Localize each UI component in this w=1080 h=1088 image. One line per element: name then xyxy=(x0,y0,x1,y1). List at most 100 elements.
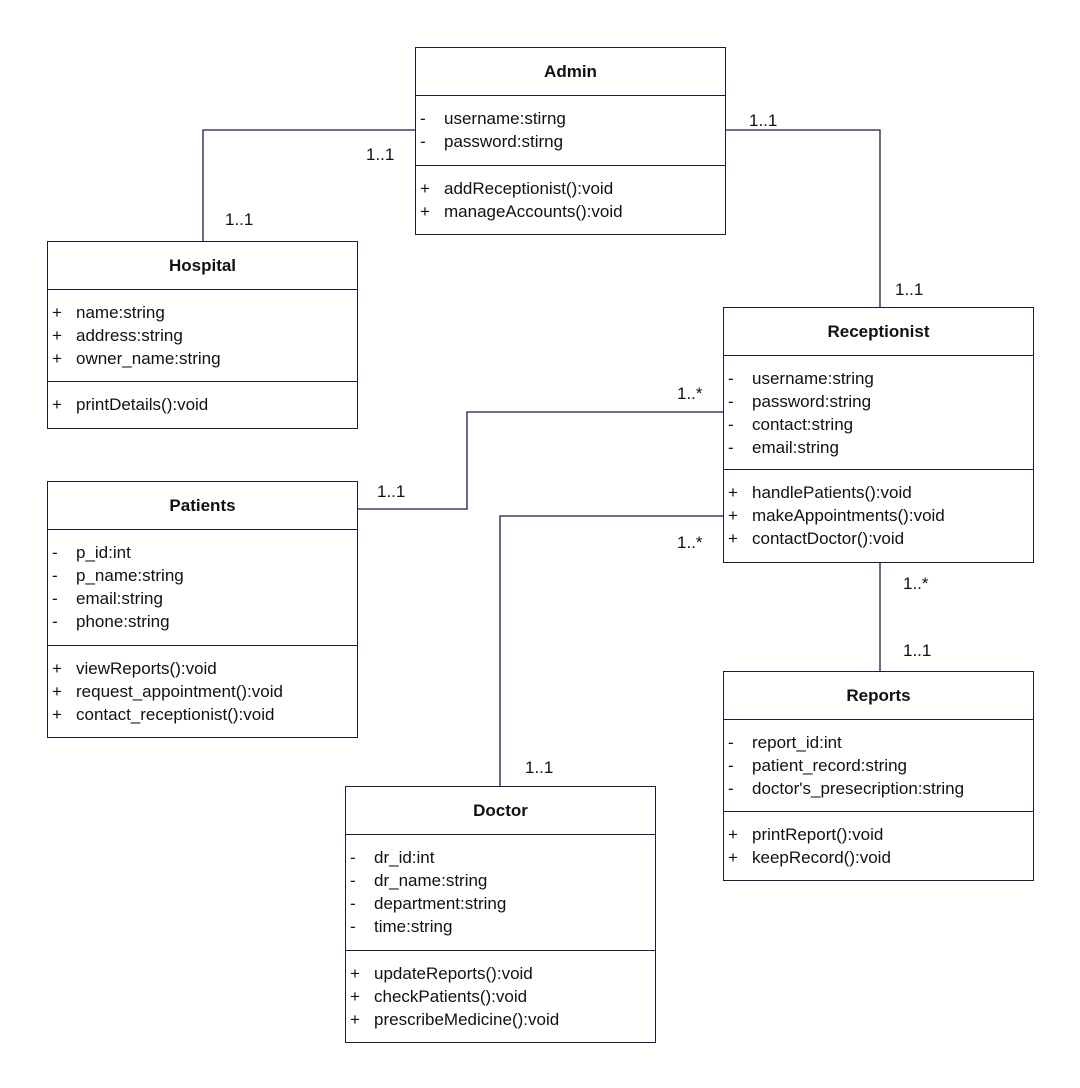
multiplicity-label: 1..1 xyxy=(366,145,395,164)
attribute-text: password:string xyxy=(752,392,872,411)
class-methods: + handlePatients():void + makeAppointments(… xyxy=(724,470,1033,561)
visibility-marker: + xyxy=(52,349,62,368)
visibility-marker: - xyxy=(52,566,58,585)
attribute: + name:string xyxy=(52,301,357,324)
method-text: printDetails():void xyxy=(76,395,209,414)
class-name: Admin xyxy=(416,48,725,96)
attribute: - report_id:int xyxy=(728,731,1033,754)
attribute-text: name:string xyxy=(76,303,165,322)
visibility-marker: - xyxy=(350,848,356,867)
class-reports: Reports - report_id:int - patient_record:str… xyxy=(723,671,1034,881)
visibility-marker: - xyxy=(728,779,734,798)
visibility-marker: - xyxy=(350,871,356,890)
attribute: - department:string xyxy=(350,892,655,915)
visibility-marker: + xyxy=(728,825,738,844)
method: + prescribeMedicine():void xyxy=(350,1008,655,1031)
class-methods: + viewReports():void + request_appointment(… xyxy=(48,646,357,737)
attribute-text: patient_record:string xyxy=(752,756,907,775)
visibility-marker: + xyxy=(52,705,62,724)
visibility-marker: + xyxy=(420,202,430,221)
multiplicity-label: 1..1 xyxy=(377,482,406,501)
method: + handlePatients():void xyxy=(728,481,1033,504)
visibility-marker: - xyxy=(728,415,734,434)
attribute-text: p_name:string xyxy=(76,566,184,585)
class-attributes: - report_id:int - patient_record:string - doc… xyxy=(724,720,1033,812)
method-text: manageAccounts():void xyxy=(444,202,623,221)
method: + updateReports():void xyxy=(350,962,655,985)
visibility-marker: + xyxy=(728,848,738,867)
visibility-marker: + xyxy=(350,987,360,1006)
attribute-text: p_id:int xyxy=(76,543,131,562)
attribute-text: dr_name:string xyxy=(374,871,488,890)
attribute-text: contact:string xyxy=(752,415,854,434)
visibility-marker: + xyxy=(52,395,62,414)
class-receptionist: Receptionist - username:string - password:st… xyxy=(723,307,1034,563)
method-text: prescribeMedicine():void xyxy=(374,1010,560,1029)
attribute-text: dr_id:int xyxy=(374,848,435,867)
attribute-text: username:string xyxy=(752,369,874,388)
attribute-text: address:string xyxy=(76,326,183,345)
class-admin: Admin - username:stirng - password:stirng + ad… xyxy=(415,47,726,235)
class-attributes: + name:string + address:string + owner_name:s… xyxy=(48,290,357,382)
multiplicity-label: 1..1 xyxy=(903,641,932,660)
method: + contact_receptionist():void xyxy=(52,703,357,726)
visibility-marker: + xyxy=(728,529,738,548)
visibility-marker: + xyxy=(52,303,62,322)
visibility-marker: - xyxy=(350,894,356,913)
attribute-text: owner_name:string xyxy=(76,349,221,368)
attribute: - email:string xyxy=(728,436,1033,459)
method: + contactDoctor():void xyxy=(728,527,1033,550)
method-text: handlePatients():void xyxy=(752,483,912,502)
multiplicity-label: 1..1 xyxy=(225,210,254,229)
attribute-text: report_id:int xyxy=(752,733,842,752)
attribute: - password:string xyxy=(728,390,1033,413)
multiplicity-label: 1..* xyxy=(677,533,703,552)
attribute: + address:string xyxy=(52,324,357,347)
class-attributes: - username:stirng - password:stirng xyxy=(416,96,725,166)
method-text: contactDoctor():void xyxy=(752,529,905,548)
method-text: viewReports():void xyxy=(76,659,217,678)
class-name: Hospital xyxy=(48,242,357,290)
method-text: contact_receptionist():void xyxy=(76,705,275,724)
class-methods: + addReceptionist():void + manageAccounts()… xyxy=(416,166,725,234)
multiplicity-label: 1..1 xyxy=(749,111,778,130)
method-text: request_appointment():void xyxy=(76,682,283,701)
multiplicity-label: 1..1 xyxy=(895,280,924,299)
class-attributes: - p_id:int - p_name:string - email:string - pho… xyxy=(48,530,357,646)
attribute-text: doctor's_presecription:string xyxy=(752,779,965,798)
method: + printReport():void xyxy=(728,823,1033,846)
class-doctor: Doctor - dr_id:int - dr_name:string - departme… xyxy=(345,786,656,1043)
class-name: Reports xyxy=(724,672,1033,720)
visibility-marker: - xyxy=(728,438,734,457)
attribute: + owner_name:string xyxy=(52,347,357,370)
visibility-marker: - xyxy=(52,589,58,608)
attribute: - dr_name:string xyxy=(350,869,655,892)
visibility-marker: + xyxy=(52,682,62,701)
visibility-marker: - xyxy=(52,543,58,562)
attribute: - p_id:int xyxy=(52,541,357,564)
class-hospital: Hospital + name:string + address:string + owne… xyxy=(47,241,358,429)
visibility-marker: - xyxy=(420,109,426,128)
visibility-marker: - xyxy=(728,756,734,775)
method: + keepRecord():void xyxy=(728,846,1033,869)
visibility-marker: - xyxy=(52,612,58,631)
attribute: - password:stirng xyxy=(420,130,725,153)
visibility-marker: + xyxy=(350,1010,360,1029)
method-text: updateReports():void xyxy=(374,964,533,983)
visibility-marker: + xyxy=(350,964,360,983)
attribute: - phone:string xyxy=(52,610,357,633)
attribute: - time:string xyxy=(350,915,655,938)
method-text: printReport():void xyxy=(752,825,884,844)
method-text: addReceptionist():void xyxy=(444,179,614,198)
association-patients-receptionist xyxy=(358,411,723,510)
attribute: - patient_record:string xyxy=(728,754,1033,777)
visibility-marker: - xyxy=(728,733,734,752)
class-methods: + printDetails():void xyxy=(48,382,357,427)
visibility-marker: - xyxy=(728,369,734,388)
method: + checkPatients():void xyxy=(350,985,655,1008)
class-name: Receptionist xyxy=(724,308,1033,356)
attribute-text: email:string xyxy=(76,589,163,608)
visibility-marker: - xyxy=(728,392,734,411)
method-text: makeAppointments():void xyxy=(752,506,945,525)
class-name: Doctor xyxy=(346,787,655,835)
